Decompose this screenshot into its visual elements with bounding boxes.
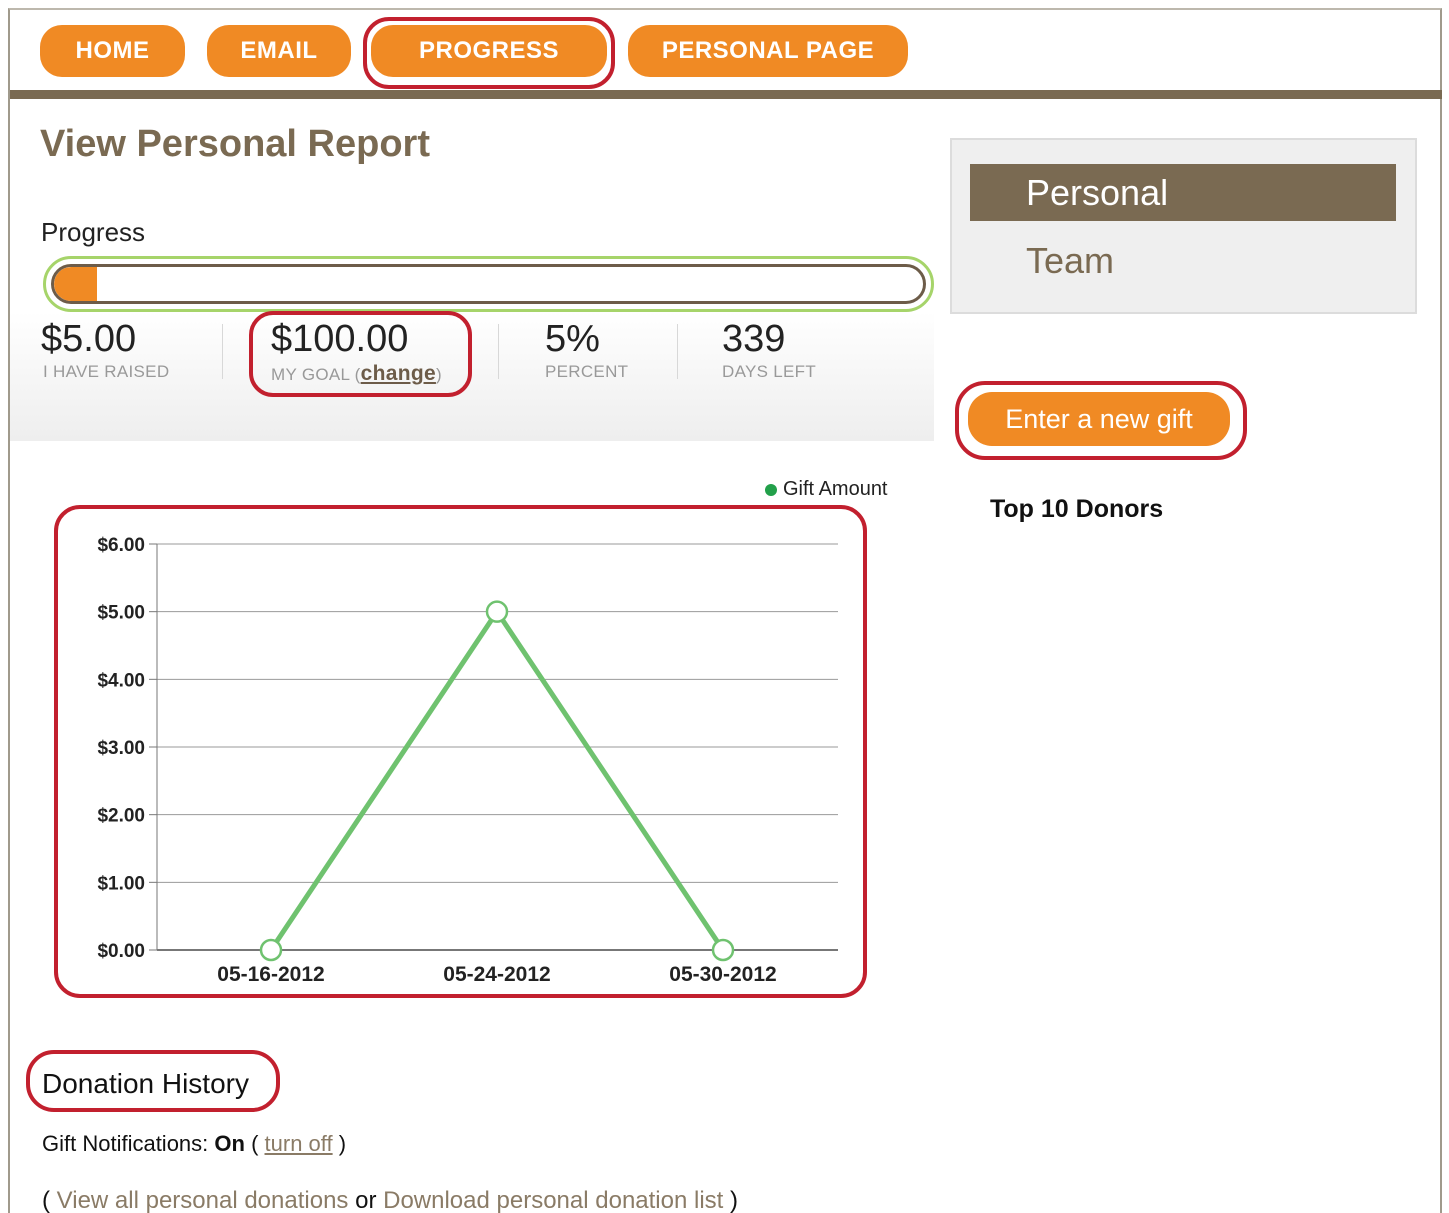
raised-label: I HAVE RAISED bbox=[43, 362, 170, 381]
stat-divider bbox=[222, 324, 223, 379]
stat-divider bbox=[498, 324, 499, 379]
y-tick-label: $1.00 bbox=[97, 873, 145, 894]
percent-value: 5% bbox=[545, 318, 600, 360]
progress-track bbox=[51, 264, 926, 304]
tab-personal[interactable]: Personal bbox=[970, 164, 1396, 221]
x-tick-label: 05-24-2012 bbox=[443, 963, 550, 986]
gift-notifications: Gift Notifications: On ( turn off ) bbox=[42, 1131, 347, 1156]
nav-divider-bar bbox=[10, 90, 1442, 99]
gift-amount-chart: $0.00 $1.00 $2.00 $3.00 $4.00 $5.00 $6.00 05-16… bbox=[97, 535, 838, 986]
progress-bar bbox=[43, 256, 934, 312]
y-tick-label: $3.00 bbox=[97, 738, 145, 759]
turn-off-notifications-link[interactable]: turn off bbox=[265, 1131, 333, 1156]
chart-legend: Gift Amount bbox=[765, 478, 888, 501]
nav-progress-button[interactable]: PROGRESS bbox=[371, 25, 607, 77]
data-point bbox=[259, 938, 283, 962]
top-donors-title: Top 10 Donors bbox=[990, 495, 1164, 523]
data-point bbox=[711, 938, 735, 962]
days-left-label: DAYS LEFT bbox=[722, 362, 817, 381]
y-tick-label: $4.00 bbox=[97, 670, 145, 691]
progress-label: Progress bbox=[41, 217, 146, 247]
series-line bbox=[268, 609, 726, 952]
tab-team[interactable]: Team bbox=[970, 232, 1396, 289]
legend-label: Gift Amount bbox=[783, 478, 888, 500]
days-left-value: 339 bbox=[722, 318, 786, 360]
page-title: View Personal Report bbox=[40, 123, 430, 165]
progress-fill bbox=[54, 267, 98, 301]
x-tick-label: 05-16-2012 bbox=[217, 963, 324, 986]
percent-label: PERCENT bbox=[545, 362, 629, 381]
notifications-state: On bbox=[214, 1131, 245, 1156]
raised-value: $5.00 bbox=[41, 318, 137, 360]
donation-links: ( View all personal donations or Downloa… bbox=[42, 1187, 738, 1213]
y-tick-label: $0.00 bbox=[97, 941, 145, 962]
download-donation-list-link[interactable]: Download personal donation list bbox=[383, 1187, 723, 1213]
data-point bbox=[485, 600, 509, 623]
legend-marker bbox=[765, 483, 777, 496]
stat-divider bbox=[677, 324, 678, 379]
nav-home-button[interactable]: HOME bbox=[40, 25, 185, 77]
donation-history-title: Donation History bbox=[42, 1068, 249, 1099]
nav-personal-page-button[interactable]: PERSONAL PAGE bbox=[628, 25, 908, 77]
y-tick-label: $5.00 bbox=[97, 603, 145, 624]
enter-new-gift-button[interactable]: Enter a new gift bbox=[968, 392, 1230, 446]
x-tick-label: 05-30-2012 bbox=[669, 963, 776, 986]
goal-value: $100.00 bbox=[271, 318, 409, 360]
view-all-donations-link[interactable]: View all personal donations bbox=[57, 1187, 349, 1213]
y-tick-label: $6.00 bbox=[97, 535, 145, 556]
goal-label: MY GOAL (change) bbox=[271, 362, 442, 385]
y-tick-label: $2.00 bbox=[97, 806, 145, 827]
progress-panel bbox=[10, 205, 934, 441]
nav-email-button[interactable]: EMAIL bbox=[207, 25, 351, 77]
change-goal-link[interactable]: change bbox=[361, 362, 436, 385]
